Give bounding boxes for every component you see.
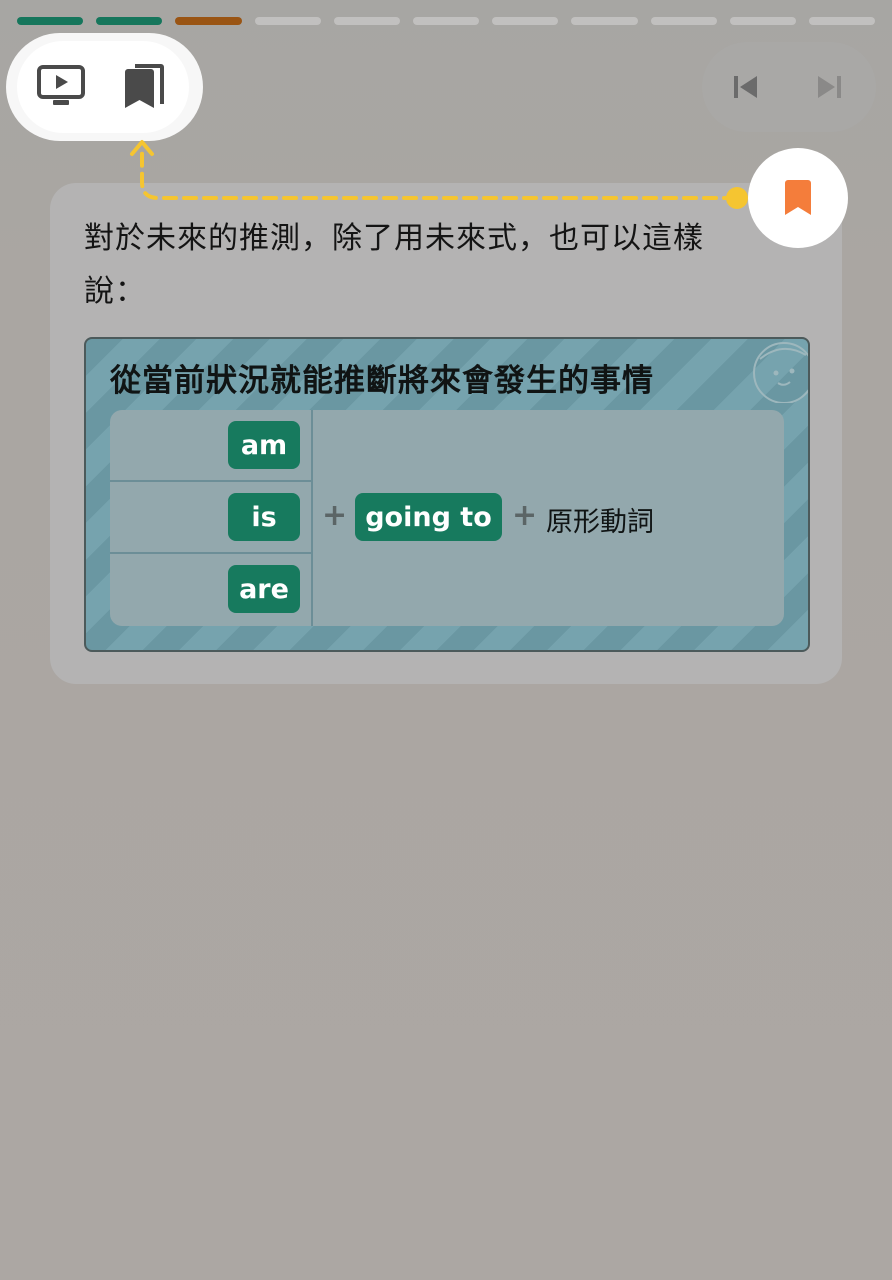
plus-sign: + [322,498,348,533]
progress-segment [412,17,480,25]
bookmark-icon [785,180,811,215]
going-to-pill: going to [355,493,502,541]
previous-button[interactable] [721,62,771,112]
row-divider [110,552,311,554]
progress-segment [17,17,84,25]
progress-segment [333,17,400,25]
intro-text: 對於未來的推測，除了用未來式，也可以這樣說： [84,221,704,309]
bookmarks-icon [125,64,164,108]
lesson-progress-bar [17,17,876,25]
be-verb-am: am [228,421,300,469]
progress-segment [492,17,559,25]
bookmarks-button[interactable] [114,56,174,116]
progress-segment [254,17,321,25]
mascot-face-icon [753,342,808,403]
grammar-figure: 從當前狀況就能推斷將來會發生的事情 am is are + going to +… [84,337,810,652]
next-button[interactable] [804,62,854,112]
progress-segment [571,17,638,25]
be-verb-is: is [228,493,300,541]
progress-segment [808,17,876,25]
be-verb-are: are [228,565,300,613]
plus-sign: + [512,498,538,533]
row-divider [110,480,311,482]
progress-segment [729,17,796,25]
progress-segment [650,17,717,25]
progress-segment [96,17,163,25]
grammar-table: am is are + going to + 原形動詞 [110,410,784,626]
skip-previous-icon [734,76,757,98]
progress-segment-current [175,17,242,25]
skip-next-icon [818,76,841,98]
grammar-title: 從當前狀況就能推斷將來會發生的事情 [110,363,654,399]
play-video-icon [37,65,85,105]
video-button[interactable] [31,56,91,116]
base-verb-label: 原形動詞 [546,507,654,538]
